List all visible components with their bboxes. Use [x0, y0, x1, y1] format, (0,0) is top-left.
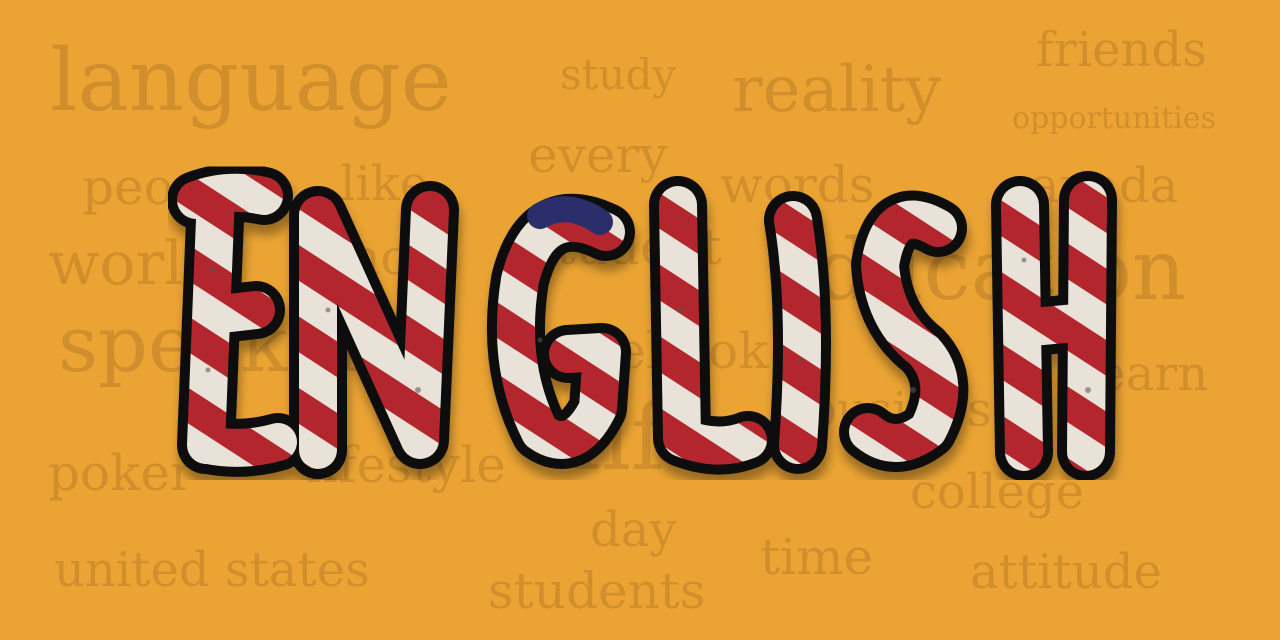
- bg-word-united-states: united states: [54, 542, 370, 598]
- english-title-graphic: [168, 160, 1128, 480]
- bg-word-friends: friends: [1036, 22, 1207, 78]
- bg-word-time: time: [760, 528, 874, 586]
- bg-word-reality: reality: [732, 53, 942, 127]
- bg-word-opportunities: opportunities: [1012, 101, 1216, 136]
- english-title: [168, 160, 1128, 480]
- bg-word-attitude: attitude: [970, 544, 1162, 600]
- poster-canvas: language study reality friends opportuni…: [0, 0, 1280, 640]
- bg-word-study: study: [560, 50, 677, 99]
- bg-word-students: students: [488, 562, 706, 620]
- bg-word-language: language: [50, 31, 452, 131]
- bg-word-day: day: [590, 502, 677, 558]
